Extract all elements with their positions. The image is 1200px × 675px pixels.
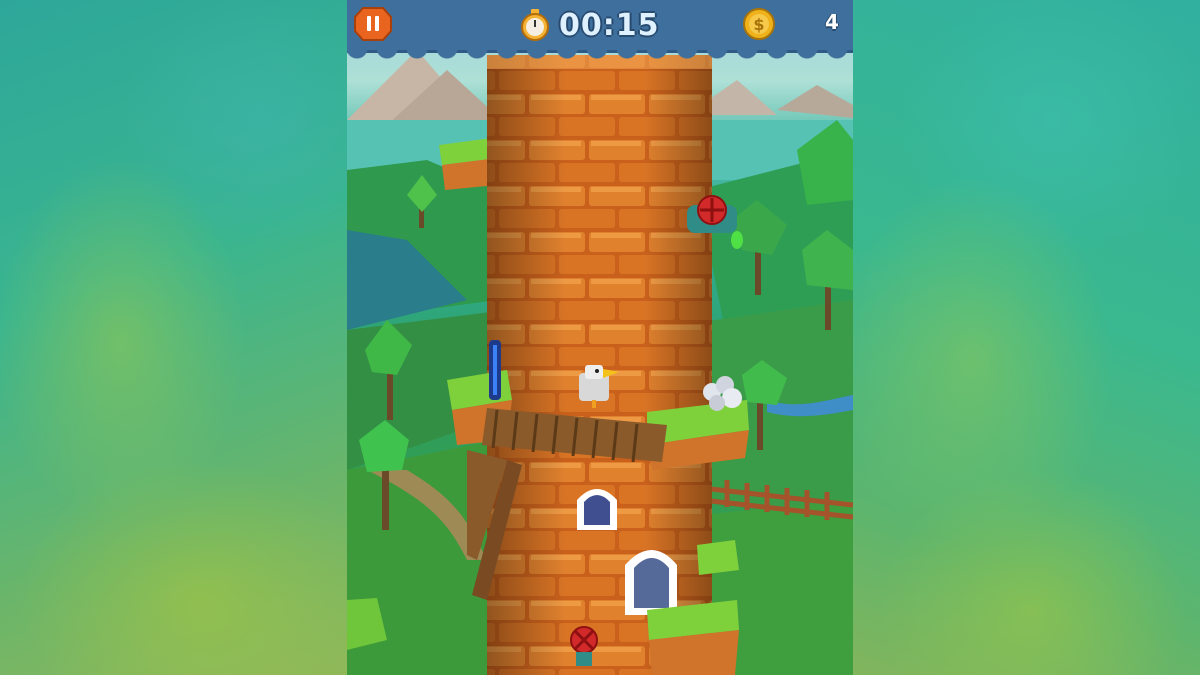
- svg-text:$: $: [753, 15, 764, 34]
- coin-icon: $: [743, 8, 775, 40]
- timer-value: 00:15: [559, 7, 660, 43]
- blurred-backdrop-right: [853, 0, 1200, 675]
- blurred-backdrop-left: [0, 0, 347, 675]
- stopwatch-icon: [521, 9, 549, 41]
- pause-button[interactable]: [353, 6, 393, 42]
- game-viewport[interactable]: 00:15 $ 4: [347, 0, 853, 675]
- blue-spring[interactable]: [489, 340, 501, 400]
- tower-window-upper: [577, 489, 617, 530]
- hud-bar: 00:15 $ 4: [347, 0, 853, 60]
- game-scene: [347, 50, 853, 675]
- tower-window-lower: [625, 550, 677, 615]
- coin-count: 4: [825, 10, 839, 34]
- pause-icon: [354, 7, 392, 41]
- timer: 00:15: [519, 6, 660, 44]
